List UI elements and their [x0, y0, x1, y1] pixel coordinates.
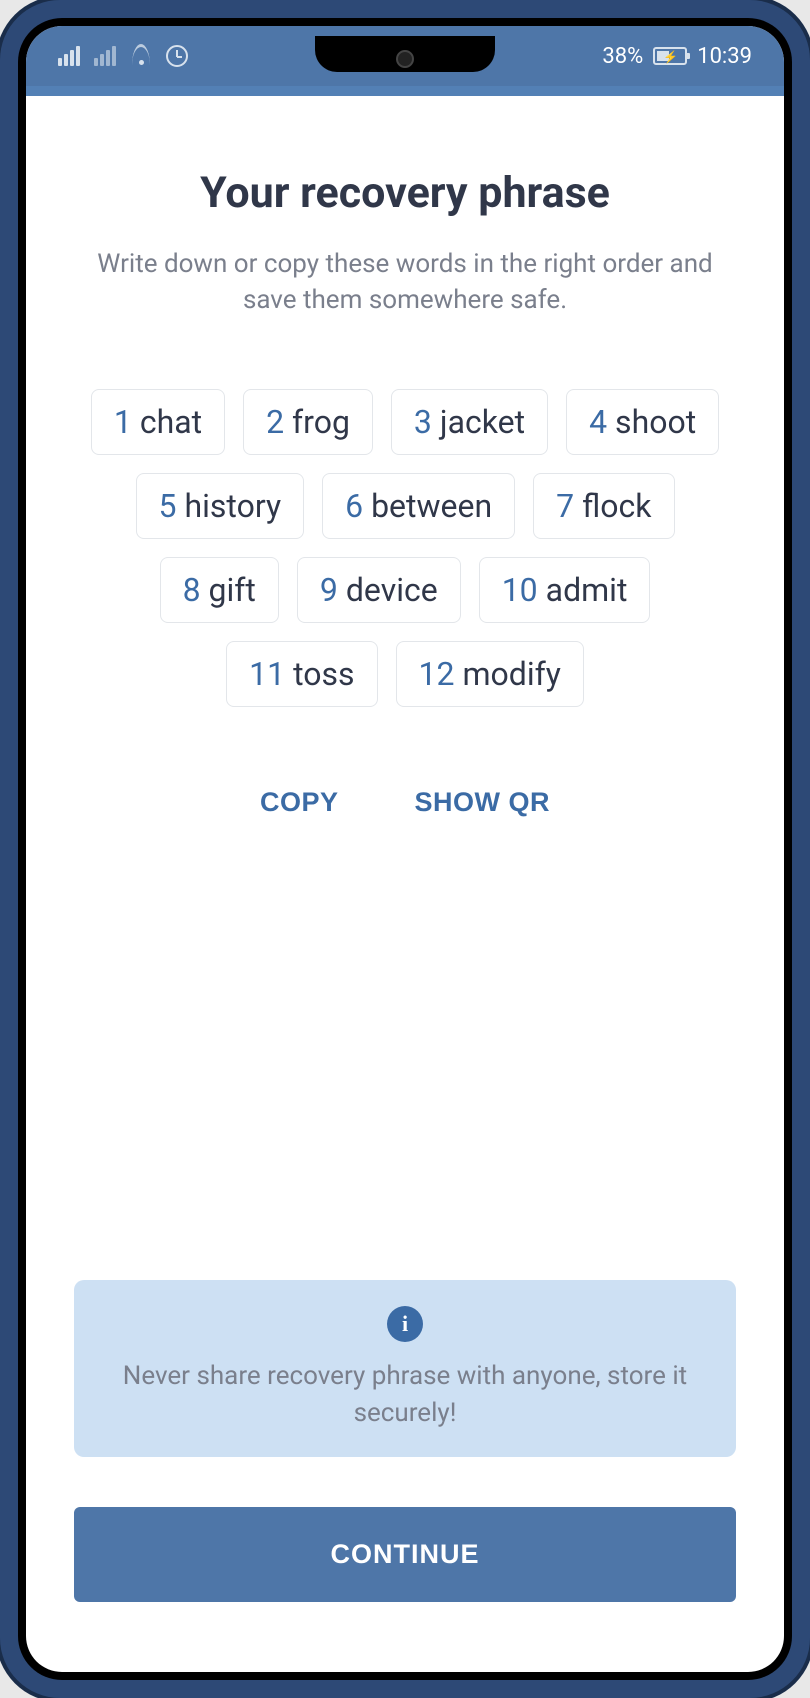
word-number: 8	[183, 571, 201, 609]
recovery-word: 1chat	[91, 389, 225, 455]
recovery-word: 7flock	[533, 473, 674, 539]
word-number: 10	[502, 571, 538, 609]
recovery-word: 4shoot	[566, 389, 719, 455]
status-bar-left	[58, 45, 188, 67]
recovery-word: 3jacket	[391, 389, 548, 455]
word-text: gift	[209, 571, 256, 609]
copy-button[interactable]: COPY	[260, 787, 339, 818]
word-text: chat	[140, 403, 202, 441]
clock-time: 10:39	[697, 44, 752, 69]
recovery-word: 12modify	[396, 641, 584, 707]
screen-notch	[315, 36, 495, 72]
info-icon: i	[387, 1306, 423, 1342]
word-number: 5	[159, 487, 177, 525]
recovery-word: 5history	[136, 473, 305, 539]
show-qr-button[interactable]: SHOW QR	[415, 787, 551, 818]
wifi-icon	[130, 47, 152, 65]
recovery-word: 10admit	[479, 557, 651, 623]
word-number: 9	[320, 571, 338, 609]
word-text: device	[346, 571, 438, 609]
phone-inner-frame: 38% ⚡ 10:39 Your recovery phrase Write d…	[18, 18, 792, 1680]
alarm-icon	[166, 45, 188, 67]
word-number: 6	[345, 487, 363, 525]
word-text: between	[371, 487, 492, 525]
word-text: shoot	[615, 403, 696, 441]
info-box: i Never share recovery phrase with anyon…	[74, 1280, 736, 1457]
spacer	[74, 858, 736, 1280]
battery-percent: 38%	[602, 44, 643, 69]
recovery-phrase-container: 1chat 2frog 3jacket 4shoot 5history 6between 7…	[74, 389, 736, 707]
header-bar	[26, 86, 784, 96]
word-number: 4	[589, 403, 607, 441]
word-text: history	[184, 487, 281, 525]
info-text: Never share recovery phrase with anyone,…	[114, 1358, 696, 1431]
signal-secondary-icon	[94, 46, 116, 66]
word-text: toss	[293, 655, 354, 693]
recovery-word: 11toss	[226, 641, 377, 707]
recovery-word: 2frog	[243, 389, 373, 455]
page-subtitle: Write down or copy these words in the ri…	[74, 246, 736, 319]
word-text: modify	[462, 655, 560, 693]
word-text: frog	[292, 403, 350, 441]
phone-screen: 38% ⚡ 10:39 Your recovery phrase Write d…	[26, 26, 784, 1672]
signal-icon	[58, 46, 80, 66]
word-number: 3	[414, 403, 432, 441]
word-number: 7	[556, 487, 574, 525]
word-number: 2	[266, 403, 284, 441]
action-row: COPY SHOW QR	[74, 787, 736, 818]
page-title: Your recovery phrase	[74, 168, 736, 218]
word-number: 11	[249, 655, 285, 693]
recovery-word: 8gift	[160, 557, 279, 623]
word-text: admit	[546, 571, 628, 609]
phone-frame: 38% ⚡ 10:39 Your recovery phrase Write d…	[0, 0, 810, 1698]
continue-button[interactable]: CONTINUE	[74, 1507, 736, 1602]
word-text: jacket	[440, 403, 525, 441]
recovery-word: 9device	[297, 557, 461, 623]
recovery-word: 6between	[322, 473, 515, 539]
word-number: 1	[114, 403, 132, 441]
main-content: Your recovery phrase Write down or copy …	[26, 96, 784, 1672]
status-bar-right: 38% ⚡ 10:39	[602, 44, 752, 69]
word-number: 12	[419, 655, 455, 693]
battery-icon: ⚡	[653, 47, 687, 65]
word-text: flock	[582, 487, 651, 525]
